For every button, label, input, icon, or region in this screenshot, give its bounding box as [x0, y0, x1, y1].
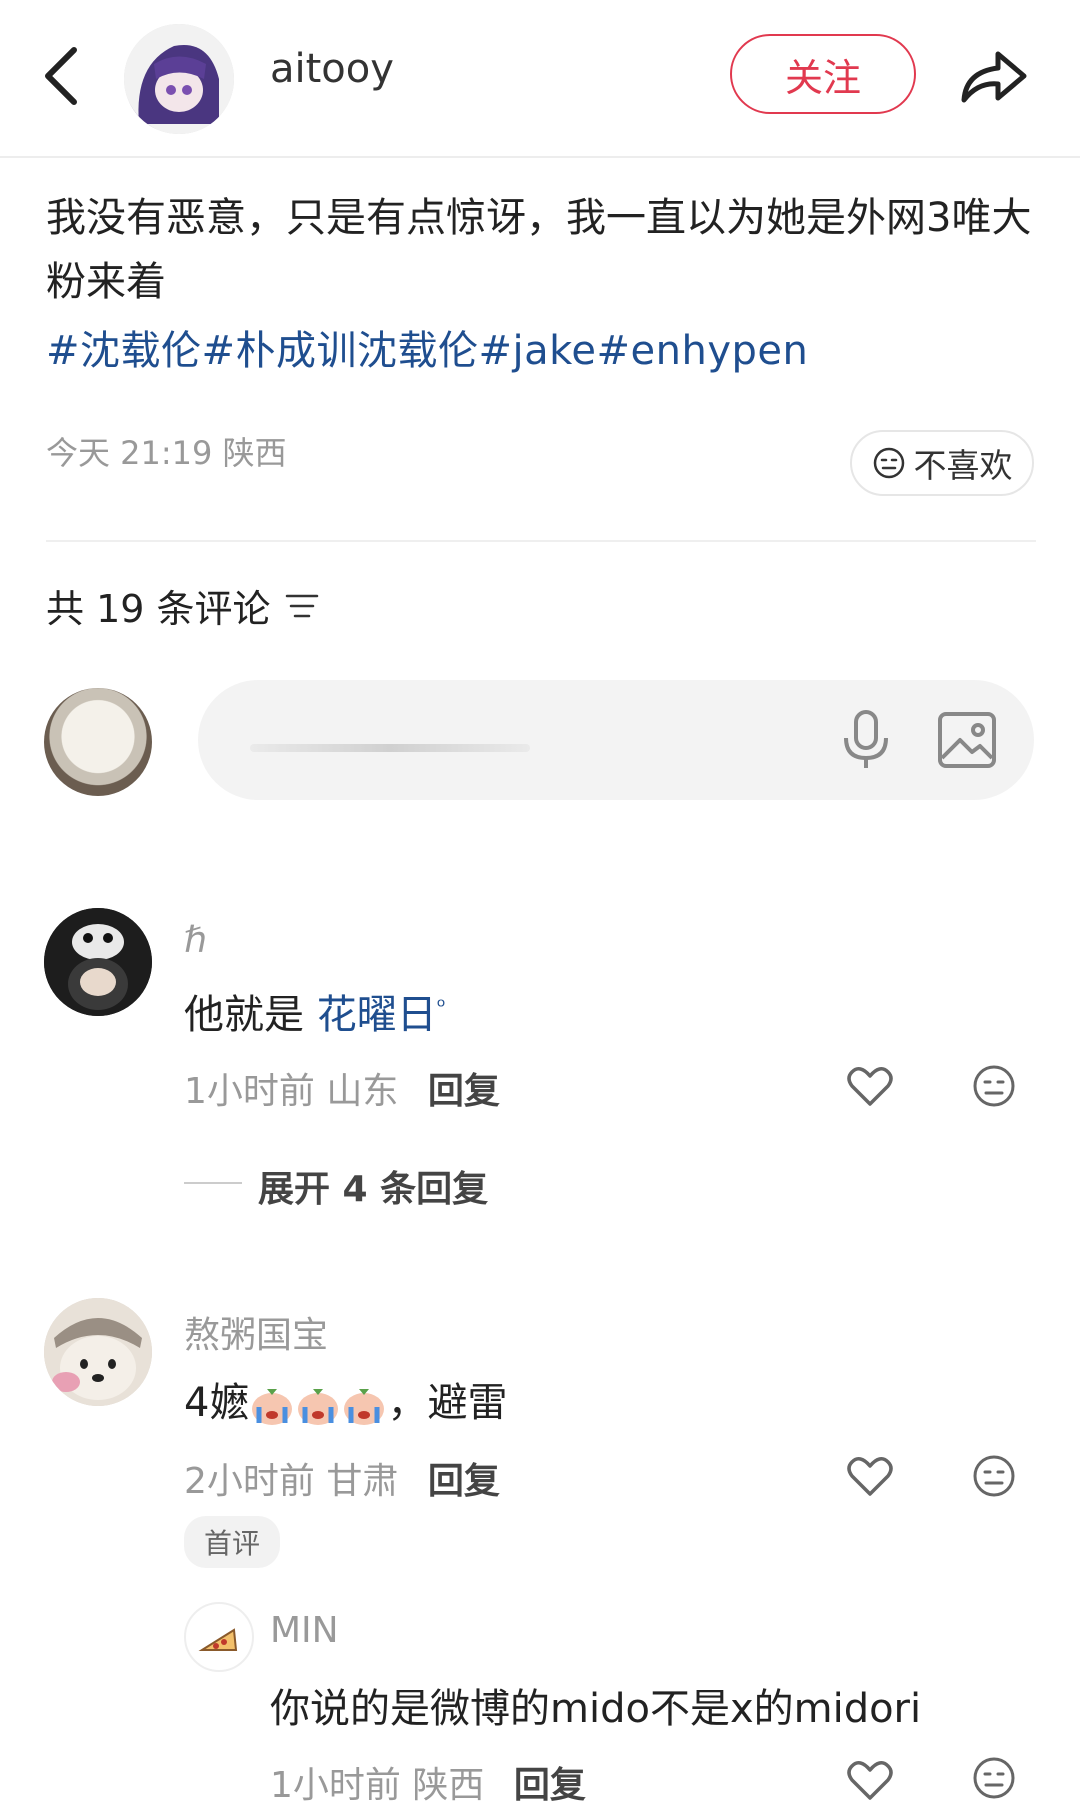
dislike-label: 不喜欢 [913, 446, 1013, 485]
neutral-face-icon [873, 447, 904, 479]
share-icon[interactable] [956, 38, 1032, 114]
my-avatar [44, 688, 152, 796]
commenter-name[interactable]: ℏ [184, 920, 207, 961]
reply-text: 你说的是微博的mido不是x的midori [270, 1686, 922, 1732]
post-text: 我没有恶意，只是有点惊讶，我一直以为她是外网3唯大粉来着 [46, 195, 1032, 305]
comment-input[interactable] [198, 680, 1034, 800]
comment-text: 他就是 花曜日ᵒ [184, 982, 446, 1040]
heart-icon[interactable] [846, 1454, 894, 1498]
commenter-name[interactable]: 熬粥国宝 [184, 1306, 328, 1358]
comment-count-label: 共 19 条评论 [46, 587, 271, 631]
reply-button[interactable]: 回复 [428, 1461, 500, 1502]
comment-text-suffix: ，避雷 [387, 1380, 508, 1426]
commenter-avatar[interactable] [44, 1298, 152, 1406]
expand-replies-button[interactable]: 展开 4 条回复 [258, 1160, 488, 1212]
comment-text-prefix: 他就是 [184, 992, 317, 1038]
neutral-face-icon[interactable] [972, 1064, 1016, 1108]
comment-location: 甘肃 [326, 1461, 399, 1502]
comment-location: 山东 [326, 1071, 399, 1112]
divider [46, 540, 1036, 542]
commenter-avatar[interactable] [44, 908, 152, 1016]
reply-button[interactable]: 回复 [514, 1765, 586, 1806]
crying-face-emoji-icon [344, 1389, 385, 1425]
reply-avatar[interactable] [184, 1602, 254, 1672]
crying-face-emoji-icon [298, 1389, 339, 1425]
post-hashtags[interactable]: #沈载伦#朴成训沈载伦#jake#enhypen [46, 318, 808, 376]
input-placeholder [250, 744, 530, 752]
pizza-icon [198, 1628, 238, 1651]
neutral-face-icon[interactable] [972, 1454, 1016, 1498]
comment-time: 2小时前 [184, 1461, 315, 1502]
post-location: 陕西 [222, 434, 287, 472]
sort-icon[interactable] [285, 591, 319, 621]
heart-icon[interactable] [846, 1758, 894, 1802]
microphone-icon[interactable] [838, 708, 894, 772]
expand-line [184, 1182, 242, 1184]
reply-name[interactable]: MIN [270, 1610, 339, 1651]
search-icon[interactable]: ᵒ [437, 995, 446, 1020]
reply-location: 陕西 [412, 1765, 485, 1806]
comment-meta: 1小时前 山东 回复 [184, 1062, 500, 1114]
comment-time: 1小时前 [184, 1071, 315, 1112]
comment-count-header: 共 19 条评论 [46, 578, 319, 633]
reply-meta: 1小时前 陕西 回复 [270, 1756, 586, 1808]
first-comment-badge: 首评 [184, 1516, 281, 1568]
image-icon[interactable] [936, 710, 998, 770]
comment-text: 4嬷 ，避雷 [184, 1370, 507, 1428]
comment-meta: 2小时前 甘肃 回复 [184, 1452, 500, 1504]
heart-icon[interactable] [846, 1064, 894, 1108]
neutral-face-icon[interactable] [972, 1756, 1016, 1800]
comment-link[interactable]: 花曜日 [317, 992, 437, 1038]
author-avatar[interactable] [124, 24, 234, 134]
reply-time: 1小时前 [270, 1765, 401, 1806]
post-time: 今天 21:19 [46, 434, 213, 472]
reply-button[interactable]: 回复 [428, 1071, 500, 1112]
dislike-button[interactable]: 不喜欢 [850, 430, 1034, 496]
comment-text-prefix: 4嬷 [184, 1380, 250, 1426]
crying-face-emoji-icon [252, 1389, 293, 1425]
post-meta: 今天 21:19 陕西 [46, 428, 287, 474]
follow-button[interactable]: 关注 [730, 34, 916, 114]
back-arrow-icon[interactable] [34, 40, 90, 112]
author-name[interactable]: aitooy [270, 46, 394, 92]
